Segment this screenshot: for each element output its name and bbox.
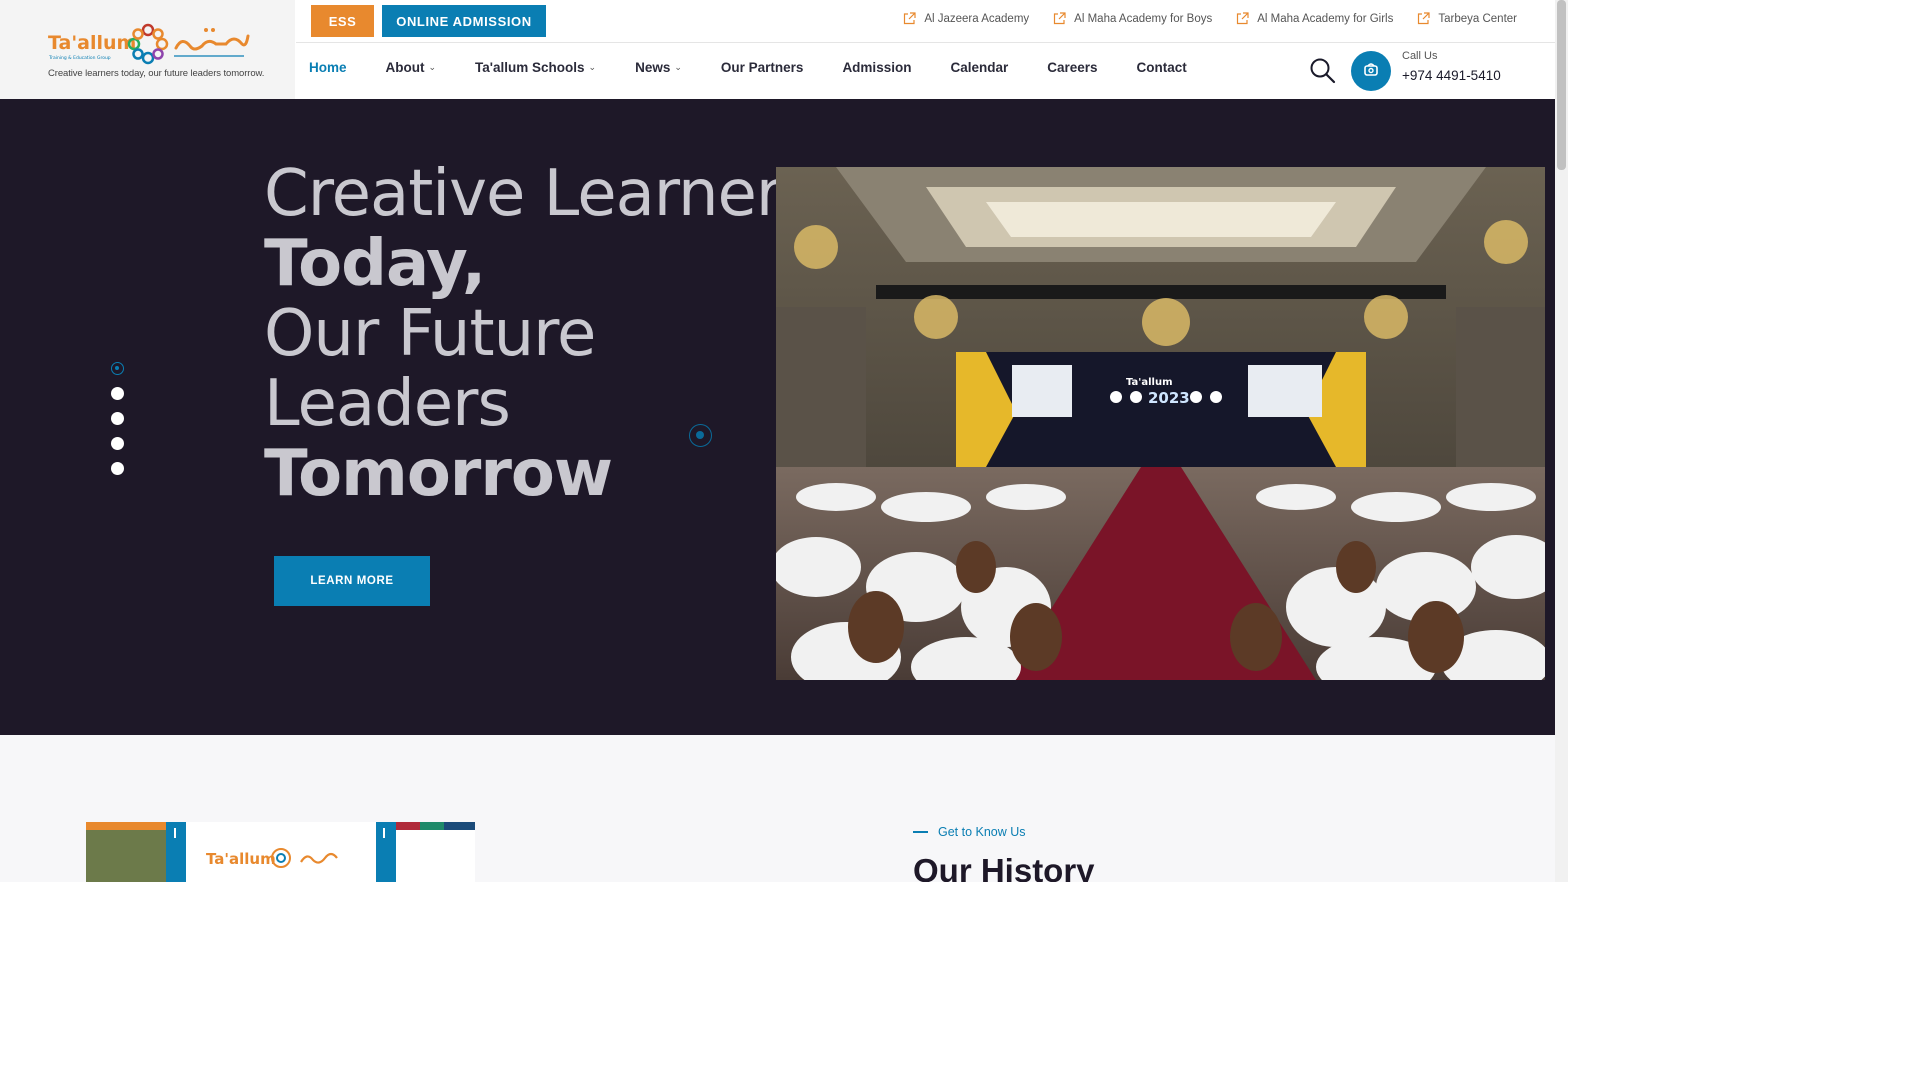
nav-about[interactable]: About ⌄ bbox=[386, 60, 437, 75]
svg-text:2023: 2023 bbox=[1148, 389, 1190, 407]
brochure-illustration: Ta'allum bbox=[86, 822, 475, 882]
phone-icon bbox=[1364, 63, 1378, 76]
hero-headline: Creative Learners Today, Our Future Lead… bbox=[264, 157, 815, 511]
slide-dot-3[interactable] bbox=[111, 412, 124, 425]
kicker-dash bbox=[913, 831, 928, 833]
chevron-down-icon: ⌄ bbox=[674, 62, 682, 72]
external-link-icon bbox=[1237, 12, 1249, 25]
kicker-text: Get to Know Us bbox=[938, 825, 1026, 839]
link-label: Al Maha Academy for Girls bbox=[1257, 12, 1394, 25]
link-al-jazeera-academy[interactable]: Al Jazeera Academy bbox=[903, 12, 1029, 25]
nav-label: Careers bbox=[1047, 60, 1098, 75]
svg-text:Ta'allum: Ta'allum bbox=[206, 850, 276, 868]
slide-dot-2[interactable] bbox=[111, 387, 124, 400]
headline-line-2: Today, bbox=[264, 227, 486, 301]
scrollbar-thumb[interactable] bbox=[1557, 0, 1566, 170]
call-button[interactable] bbox=[1351, 51, 1391, 91]
external-link-icon bbox=[1418, 12, 1430, 25]
school-links: Al Jazeera Academy Al Maha Academy for B… bbox=[903, 12, 1517, 25]
call-label: Call Us bbox=[1402, 50, 1438, 62]
nav-label: Our Partners bbox=[720, 60, 804, 75]
logo-tagline: Creative learners today, our future lead… bbox=[48, 68, 265, 79]
nav-label: News bbox=[635, 60, 671, 75]
call-number[interactable]: +974 4491-5410 bbox=[1402, 68, 1501, 83]
section-kicker: Get to Know Us bbox=[913, 825, 1026, 839]
svg-text:Ta'allum: Ta'allum bbox=[48, 32, 136, 54]
nav-label: Ta'allum Schools bbox=[475, 60, 585, 75]
nav-label: Contact bbox=[1136, 60, 1187, 75]
nav-news[interactable]: News ⌄ bbox=[635, 60, 682, 75]
headline-line-3: Our Future bbox=[264, 297, 596, 371]
link-label: Tarbeya Center bbox=[1438, 12, 1517, 25]
link-tarbeya-center[interactable]: Tarbeya Center bbox=[1417, 12, 1517, 25]
headline-line-1: Creative Learners bbox=[264, 157, 815, 231]
header-divider bbox=[296, 42, 1555, 43]
link-label: Al Maha Academy for Boys bbox=[1074, 12, 1213, 25]
link-al-maha-boys[interactable]: Al Maha Academy for Boys bbox=[1053, 12, 1212, 25]
nav-admission[interactable]: Admission bbox=[842, 60, 911, 75]
slide-dot-4[interactable] bbox=[111, 437, 124, 450]
external-link-icon bbox=[904, 12, 916, 25]
slide-dot-1[interactable] bbox=[111, 362, 124, 375]
link-al-maha-girls[interactable]: Al Maha Academy for Girls bbox=[1236, 12, 1393, 25]
chevron-down-icon: ⌄ bbox=[588, 62, 597, 72]
nav-our-partners[interactable]: Our Partners bbox=[721, 60, 804, 75]
learn-more-button[interactable]: LEARN MORE bbox=[274, 556, 430, 606]
chevron-down-icon: ⌄ bbox=[428, 62, 437, 72]
section-heading: Our History bbox=[913, 852, 1095, 882]
logo-area[interactable]: Ta'allum Training & Education Group Crea… bbox=[0, 0, 295, 99]
link-label: Al Jazeera Academy bbox=[924, 12, 1030, 25]
site-header: Ta'allum Training & Education Group Crea… bbox=[0, 0, 1555, 99]
external-link-icon bbox=[1054, 12, 1066, 25]
nav-label: Calendar bbox=[950, 60, 1009, 75]
ess-button[interactable]: ESS bbox=[311, 5, 374, 37]
ceremony-illustration: Ta'allum 2023 bbox=[776, 167, 1545, 680]
online-admission-button[interactable]: ONLINE ADMISSION bbox=[382, 5, 546, 37]
nav-label: About bbox=[385, 60, 425, 75]
svg-text:Ta'allum: Ta'allum bbox=[1126, 377, 1172, 388]
slider-indicator-ring bbox=[689, 424, 712, 447]
nav-taallum-schools[interactable]: Ta'allum Schools ⌄ bbox=[475, 60, 596, 75]
nav-calendar[interactable]: Calendar bbox=[950, 60, 1008, 75]
headline-line-5: Tomorrow bbox=[264, 437, 613, 511]
slide-dot-5[interactable] bbox=[111, 462, 124, 475]
main-nav: Home About ⌄ Ta'allum Schools ⌄ News ⌄ Our … bbox=[309, 60, 1226, 75]
nav-label: Home bbox=[309, 60, 347, 75]
nav-home[interactable]: Home bbox=[309, 60, 347, 75]
taallum-logo: Ta'allum Training & Education Group bbox=[48, 23, 250, 65]
slider-pagination bbox=[111, 362, 124, 475]
svg-text:Training & Education Group: Training & Education Group bbox=[48, 55, 111, 61]
nav-careers[interactable]: Careers bbox=[1047, 60, 1097, 75]
nav-contact[interactable]: Contact bbox=[1137, 60, 1187, 75]
graduation-ceremony-photo: Ta'allum 2023 bbox=[776, 167, 1545, 680]
history-section: Ta'allum Get to Know Us Our History bbox=[0, 735, 1555, 882]
page-scrollbar[interactable] bbox=[1555, 0, 1568, 882]
headline-line-4: Leaders bbox=[264, 367, 511, 441]
brochure-image: Ta'allum bbox=[86, 822, 475, 882]
search-icon[interactable] bbox=[1309, 57, 1336, 84]
nav-label: Admission bbox=[842, 60, 912, 75]
